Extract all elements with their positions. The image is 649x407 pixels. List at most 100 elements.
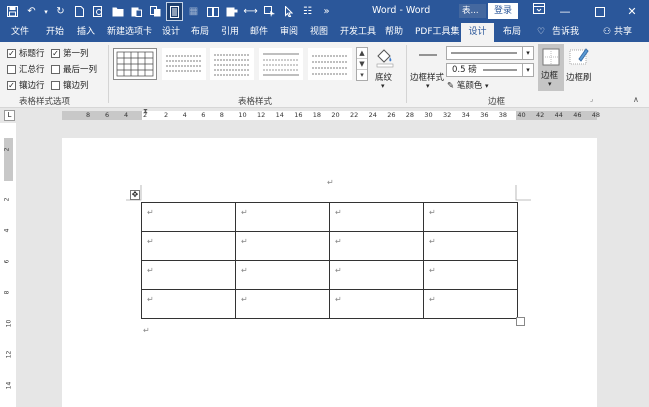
tab-view[interactable]: 视图 <box>310 23 328 42</box>
spacing-icon[interactable]: ⟷ <box>242 2 259 21</box>
group-divider <box>406 45 407 103</box>
border-styles-dropdown-icon[interactable]: ▾ <box>426 82 430 90</box>
tab-home[interactable]: 开始 <box>46 23 64 42</box>
table-row: ↵ ↵ ↵ ↵ <box>141 260 518 290</box>
table-cell[interactable]: ↵ <box>235 260 330 290</box>
tab-file[interactable]: 文件 <box>11 23 29 42</box>
account-name[interactable]: 表... <box>459 4 486 18</box>
table-cell[interactable]: ↵ <box>329 202 424 232</box>
border-painter-button[interactable]: 边框刷 <box>566 71 592 83</box>
pen-color-button[interactable]: ✎ 笔颜色 ▾ <box>447 79 489 91</box>
tab-pdf-tools[interactable]: PDF工具集 <box>415 23 460 42</box>
redo-icon[interactable]: ↻ <box>52 2 69 21</box>
table-style-thumb[interactable] <box>259 48 303 80</box>
maximize-icon[interactable] <box>583 0 617 23</box>
ribbon-display-options-icon[interactable] <box>533 3 545 17</box>
table-cell[interactable]: ↵ <box>329 289 424 319</box>
page-view-icon[interactable] <box>166 2 183 21</box>
select-icon[interactable] <box>280 2 297 21</box>
tab-help[interactable]: 帮助 <box>385 23 403 42</box>
print-preview-icon[interactable] <box>90 2 107 21</box>
tab-review[interactable]: 审阅 <box>280 23 298 42</box>
save-icon[interactable] <box>4 2 21 21</box>
share-button[interactable]: ⚇ 共享 <box>603 23 632 42</box>
table-cell[interactable]: ↵ <box>423 260 518 290</box>
gallery-more-icon[interactable]: ▾ <box>357 70 367 81</box>
tell-me-search[interactable]: ♡ 告诉我 <box>537 23 579 42</box>
close-icon[interactable]: ✕ <box>615 0 649 23</box>
line-style-dropdown-icon[interactable]: ▾ <box>522 46 534 60</box>
ruler-number: 8 <box>3 290 11 295</box>
table-style-thumb[interactable] <box>113 48 157 80</box>
cursor-icon[interactable] <box>261 2 278 21</box>
lightbulb-icon: ♡ <box>537 27 546 37</box>
clipboard-icon[interactable] <box>223 2 240 21</box>
banded-rows-checkbox[interactable]: ✓ 镶边行 <box>7 79 45 91</box>
tab-references[interactable]: 引用 <box>221 23 239 42</box>
ruler-number: 26 <box>387 111 396 119</box>
table-style-thumb[interactable] <box>210 48 254 80</box>
paste-icon[interactable] <box>128 2 145 21</box>
ruler-number: 4 <box>124 111 129 119</box>
tab-table-design[interactable]: 设计 <box>461 23 494 42</box>
total-row-checkbox[interactable]: 汇总行 <box>7 63 45 75</box>
undo-dropdown-icon[interactable]: ▾ <box>42 2 50 21</box>
minimize-icon[interactable]: — <box>548 0 582 23</box>
open-icon[interactable] <box>109 2 126 21</box>
tab-insert[interactable]: 插入 <box>77 23 95 42</box>
ruler-number: 16 <box>294 111 303 119</box>
line-weight-select[interactable]: 0.5 磅 <box>446 63 523 77</box>
ruler-number: 24 <box>368 111 377 119</box>
table-style-thumb[interactable] <box>308 48 352 80</box>
table-style-thumb[interactable] <box>162 48 206 80</box>
line-style-select[interactable] <box>446 46 523 60</box>
new-doc-icon[interactable] <box>71 2 88 21</box>
style-gallery-scroll[interactable]: ▲ ▼ ▾ <box>356 47 368 81</box>
borders-button[interactable]: 边框 ▾ <box>538 44 564 91</box>
document-table[interactable]: ↵ ↵ ↵ ↵ ↵ ↵ ↵ ↵ ↵ ↵ ↵ ↵ ↵ ↵ ↵ ↵ <box>141 202 518 319</box>
indent-marker-icon[interactable]: ⧗ <box>143 107 148 116</box>
collapse-ribbon-icon[interactable]: ∧ <box>633 95 639 104</box>
tab-design[interactable]: 设计 <box>162 23 180 42</box>
header-row-checkbox[interactable]: ✓ 标题行 <box>7 47 45 59</box>
tab-developer[interactable]: 开发工具 <box>340 23 376 42</box>
grid-icon[interactable]: ▦ <box>185 2 202 21</box>
ruler-number: 2 <box>3 147 11 152</box>
table-cell[interactable]: ↵ <box>141 202 236 232</box>
table-cell[interactable]: ↵ <box>235 289 330 319</box>
gallery-down-icon[interactable]: ▼ <box>357 59 367 70</box>
table-cell[interactable]: ↵ <box>329 231 424 261</box>
table-cell[interactable]: ↵ <box>141 231 236 261</box>
shading-dropdown-icon[interactable]: ▾ <box>381 82 385 90</box>
table-cell[interactable]: ↵ <box>141 289 236 319</box>
line-weight-dropdown-icon[interactable]: ▾ <box>522 63 534 77</box>
first-column-checkbox[interactable]: ✓ 第一列 <box>51 47 89 59</box>
tab-layout[interactable]: 布局 <box>191 23 209 42</box>
checkbox-box: ✓ <box>51 48 60 58</box>
login-button[interactable]: 登录 <box>488 3 518 19</box>
borders-dialog-launcher-icon[interactable]: ⌟ <box>590 95 593 103</box>
copy-format-icon[interactable] <box>147 2 164 21</box>
banded-columns-checkbox[interactable]: 镶边列 <box>51 79 89 91</box>
last-column-checkbox[interactable]: 最后一列 <box>51 63 97 75</box>
table-cell[interactable]: ↵ <box>423 231 518 261</box>
table-icon[interactable] <box>204 2 221 21</box>
table-cell[interactable]: ↵ <box>329 260 424 290</box>
table-resize-handle[interactable] <box>516 317 525 326</box>
undo-icon[interactable]: ↶ <box>23 2 40 21</box>
table-move-handle-icon[interactable]: ✥ <box>130 190 140 200</box>
tab-selector[interactable]: L <box>4 110 15 121</box>
vertical-ruler[interactable]: 2 2 4 6 8 10 12 14 <box>3 138 13 407</box>
table-cell[interactable]: ↵ <box>141 260 236 290</box>
table-cell[interactable]: ↵ <box>423 202 518 232</box>
table-cell[interactable]: ↵ <box>235 202 330 232</box>
tab-mailings[interactable]: 邮件 <box>250 23 268 42</box>
table-cell[interactable]: ↵ <box>235 231 330 261</box>
list-icon[interactable]: ☷ <box>299 2 316 21</box>
gallery-up-icon[interactable]: ▲ <box>357 48 367 59</box>
ruler-number: 12 <box>5 350 13 359</box>
tab-new-tab[interactable]: 新建选项卡 <box>107 23 152 42</box>
tab-table-layout[interactable]: 布局 <box>503 23 521 42</box>
more-icon[interactable]: » <box>318 2 335 21</box>
table-cell[interactable]: ↵ <box>423 289 518 319</box>
